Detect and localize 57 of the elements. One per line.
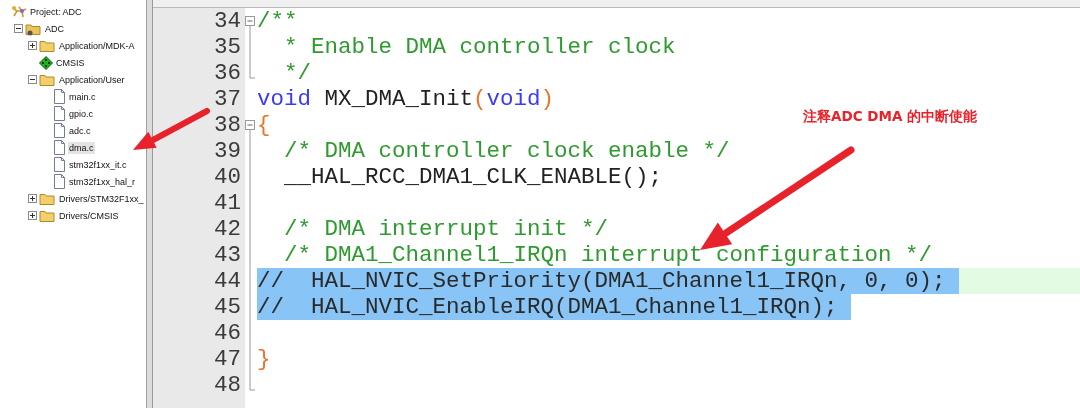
tree-item[interactable]: stm32f1xx_it.c bbox=[68, 158, 128, 171]
file-icon bbox=[53, 174, 66, 189]
tree-item[interactable]: gpio.c bbox=[68, 107, 95, 120]
code-line: /* DMA1_Channel1_IRQn interrupt configuration */ bbox=[283, 242, 933, 268]
tree-item[interactable]: Application/User bbox=[58, 73, 126, 86]
folder-icon bbox=[25, 21, 42, 36]
code-line: /** bbox=[257, 8, 298, 34]
collapse-icon[interactable] bbox=[14, 24, 23, 33]
tree-item[interactable]: Application/MDK-A bbox=[58, 39, 136, 52]
tree-item[interactable]: Project: ADC bbox=[29, 5, 83, 18]
line-number: 40 bbox=[213, 164, 242, 190]
line-number: 35 bbox=[213, 34, 242, 60]
expand-icon[interactable] bbox=[28, 211, 37, 220]
code-line: void MX_DMA_Init(void) bbox=[257, 86, 555, 112]
expand-icon[interactable] bbox=[28, 194, 37, 203]
line-number: 34 bbox=[213, 8, 242, 34]
expand-icon[interactable] bbox=[28, 41, 37, 50]
file-icon bbox=[53, 89, 66, 104]
line-number: 45 bbox=[213, 294, 242, 320]
collapse-icon[interactable] bbox=[28, 75, 37, 84]
code-line: */ bbox=[283, 60, 311, 86]
line-number: 46 bbox=[213, 320, 242, 346]
file-icon bbox=[53, 123, 66, 138]
line-number: 48 bbox=[213, 372, 242, 398]
line-number: 39 bbox=[213, 138, 242, 164]
project-icon bbox=[11, 4, 27, 19]
code-line: * Enable DMA controller clock bbox=[283, 34, 676, 60]
annotation-label: 注释ADC DMA 的中断使能 bbox=[803, 108, 978, 126]
line-number: 42 bbox=[213, 216, 242, 242]
tree-item[interactable]: Drivers/CMSIS bbox=[58, 209, 120, 222]
code-line: /* DMA interrupt init */ bbox=[283, 216, 609, 242]
line-number: 36 bbox=[213, 60, 242, 86]
code-line: } bbox=[257, 346, 271, 372]
tree-item[interactable]: ADC bbox=[44, 22, 65, 35]
code-line: /* DMA controller clock enable */ bbox=[283, 138, 730, 164]
folder-icon bbox=[39, 191, 56, 206]
tree-item[interactable]: dma.c bbox=[68, 141, 95, 154]
diamond-icon bbox=[39, 55, 53, 70]
code-line: { bbox=[257, 112, 271, 138]
folder-icon bbox=[39, 38, 56, 53]
tree-item[interactable]: main.c bbox=[68, 90, 97, 103]
line-number: 38 bbox=[213, 112, 242, 138]
line-number: 44 bbox=[213, 268, 242, 294]
folder-icon bbox=[39, 208, 56, 223]
file-icon bbox=[53, 106, 66, 121]
line-number: 41 bbox=[213, 190, 242, 216]
code-line: __HAL_RCC_DMA1_CLK_ENABLE(); bbox=[283, 164, 663, 190]
tree-item[interactable]: stm32f1xx_hal_r bbox=[68, 175, 137, 188]
tree-item[interactable]: Drivers/STM32F1xx_ bbox=[58, 192, 145, 205]
tree-item[interactable]: CMSIS bbox=[55, 56, 86, 69]
line-number: 47 bbox=[213, 346, 242, 372]
file-icon bbox=[53, 157, 66, 172]
tree-item[interactable]: adc.c bbox=[68, 124, 92, 137]
file-icon bbox=[53, 140, 66, 155]
line-number: 37 bbox=[213, 86, 242, 112]
folder-icon bbox=[39, 72, 56, 87]
line-number: 43 bbox=[213, 242, 242, 268]
